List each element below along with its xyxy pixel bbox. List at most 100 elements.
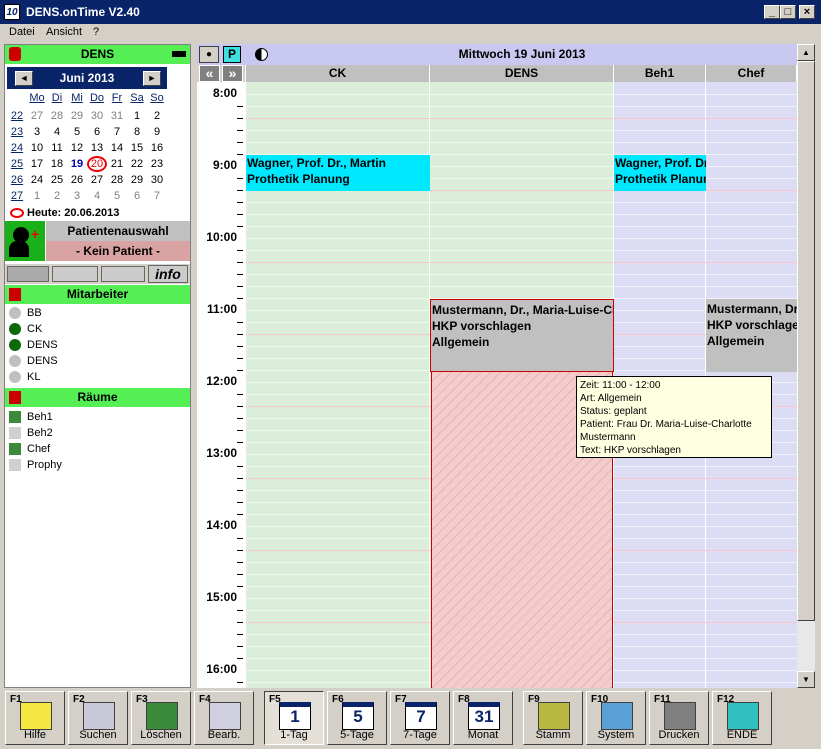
calendar-day[interactable]: 3 [67,188,87,204]
prev-day-button[interactable]: « [199,65,220,82]
toolbar-button-f4[interactable]: F4 Bearb. [194,691,254,745]
room-item[interactable]: Prophy [5,457,190,473]
calendar-day[interactable]: 16 [147,140,167,156]
today-label[interactable]: Heute: 20.06.2013 [7,205,187,221]
staff-item[interactable]: DENS [5,337,190,353]
calendar-day[interactable]: 8 [127,124,147,140]
scroll-up-icon[interactable]: ▲ [797,44,815,61]
column-header-ck[interactable]: CK [246,65,430,82]
calendar-day[interactable]: 11 [47,140,67,156]
staff-item[interactable]: KL [5,369,190,385]
calendar-day[interactable]: 6 [87,124,107,140]
patient-select-button[interactable]: Patientenauswahl [46,221,190,241]
calendar-week-number[interactable]: 26 [7,172,27,188]
toolbar-button-f1[interactable]: F1 Hilfe [5,691,65,745]
calendar-day[interactable]: 1 [27,188,47,204]
calendar-week-number[interactable]: 22 [7,108,27,124]
appointment-wagner-beh1[interactable]: Wagner, Prof. Dr., Martin Prothetik Plan… [614,155,706,191]
calendar-day[interactable]: 19 [67,156,87,172]
staff-item[interactable]: CK [5,321,190,337]
calendar-day[interactable]: 21 [107,156,127,172]
column-header-beh1[interactable]: Beh1 [614,65,706,82]
calendar-day[interactable]: 20 [87,156,107,172]
calendar-week-number[interactable]: 24 [7,140,27,156]
appointment-wagner-ck[interactable]: Wagner, Prof. Dr., Martin Prothetik Plan… [246,155,430,191]
calendar-day[interactable]: 31 [107,108,127,124]
calendar-day[interactable]: 22 [127,156,147,172]
lock-icon[interactable] [9,47,21,61]
appointment-mustermann-chef[interactable]: Mustermann, Dr., Maria-Luise-Charlotte H… [706,299,797,372]
calendar-day[interactable]: 24 [27,172,47,188]
room-item[interactable]: Beh2 [5,425,190,441]
toolbar-button-f5[interactable]: F5 1 1-Tag [264,691,324,745]
tab-rooms[interactable] [52,266,98,282]
room-item[interactable]: Beh1 [5,409,190,425]
p-button[interactable]: P [223,46,241,63]
appointment-mustermann-dens[interactable]: Mustermann, Dr., Maria-Luise-Charlotte H… [430,299,614,372]
column-header-dens[interactable]: DENS [430,65,614,82]
toolbar-button-f6[interactable]: F6 5 5-Tage [327,691,387,745]
toolbar-button-f7[interactable]: F7 7 7-Tage [390,691,450,745]
rooms-header[interactable]: Räume [5,388,190,407]
calendar-day[interactable]: 2 [147,108,167,124]
calendar-day[interactable]: 4 [47,124,67,140]
staff-item[interactable]: BB [5,305,190,321]
calendar-day[interactable]: 2 [47,188,67,204]
calendar-prev-button[interactable]: ◄ [15,71,33,86]
calendar-day[interactable]: 28 [107,172,127,188]
calendar-day[interactable]: 25 [47,172,67,188]
room-item[interactable]: Chef [5,441,190,457]
column-header-chef[interactable]: Chef [706,65,797,82]
calendar-day[interactable]: 9 [147,124,167,140]
calendar-day[interactable]: 7 [107,124,127,140]
calendar-day[interactable]: 3 [27,124,47,140]
scroll-down-icon[interactable]: ▼ [797,671,815,688]
calendar-day[interactable]: 10 [27,140,47,156]
staff-item[interactable]: DENS [5,353,190,369]
calendar-next-button[interactable]: ► [143,71,161,86]
calendar-day[interactable]: 27 [27,108,47,124]
calendar-day[interactable]: 17 [27,156,47,172]
menu-datei[interactable]: Datei [9,26,35,38]
tab-patients[interactable] [7,266,49,282]
calendar-day[interactable]: 1 [127,108,147,124]
calendar-week-number[interactable]: 25 [7,156,27,172]
toolbar-button-f9[interactable]: F9 Stamm [523,691,583,745]
calendar-day[interactable]: 27 [87,172,107,188]
toolbar-button-f10[interactable]: F10 System [586,691,646,745]
calendar-day[interactable]: 15 [127,140,147,156]
calendar-day[interactable]: 26 [67,172,87,188]
calendar-day[interactable]: 18 [47,156,67,172]
calendar-day[interactable]: 30 [87,108,107,124]
calendar-week-number[interactable]: 23 [7,124,27,140]
moon-icon[interactable] [255,48,268,61]
vertical-scrollbar[interactable]: ▲ ▼ [797,44,815,688]
staff-header[interactable]: Mitarbeiter [5,285,190,304]
scroll-thumb[interactable] [797,61,815,621]
menu-ansicht[interactable]: Ansicht [46,26,82,38]
calendar-day[interactable]: 14 [107,140,127,156]
calendar-day[interactable]: 29 [127,172,147,188]
calendar-day[interactable]: 5 [67,124,87,140]
calendar-week-number[interactable]: 27 [7,188,27,204]
calendar-day[interactable]: 4 [87,188,107,204]
plug-icon[interactable] [172,51,186,57]
tab-info[interactable]: info [148,265,188,283]
toolbar-button-f2[interactable]: F2 Suchen [68,691,128,745]
maximize-button[interactable]: □ [780,5,796,19]
calendar-day[interactable]: 6 [127,188,147,204]
calendar-day[interactable]: 23 [147,156,167,172]
toolbar-button-f11[interactable]: F11 Drucken [649,691,709,745]
toolbar-button-f8[interactable]: F8 31 Monat [453,691,513,745]
toolbar-button-f3[interactable]: F3 Löschen [131,691,191,745]
toolbar-button-f12[interactable]: F12 ENDE [712,691,772,745]
calendar-day[interactable]: 7 [147,188,167,204]
calendar-day[interactable]: 29 [67,108,87,124]
tab-chart[interactable] [101,266,145,282]
calendar-day[interactable]: 12 [67,140,87,156]
eye-icon[interactable]: ● [199,46,219,63]
close-button[interactable]: × [799,5,815,19]
calendar-day[interactable]: 13 [87,140,107,156]
minimize-button[interactable]: _ [764,5,780,19]
calendar-day[interactable]: 28 [47,108,67,124]
